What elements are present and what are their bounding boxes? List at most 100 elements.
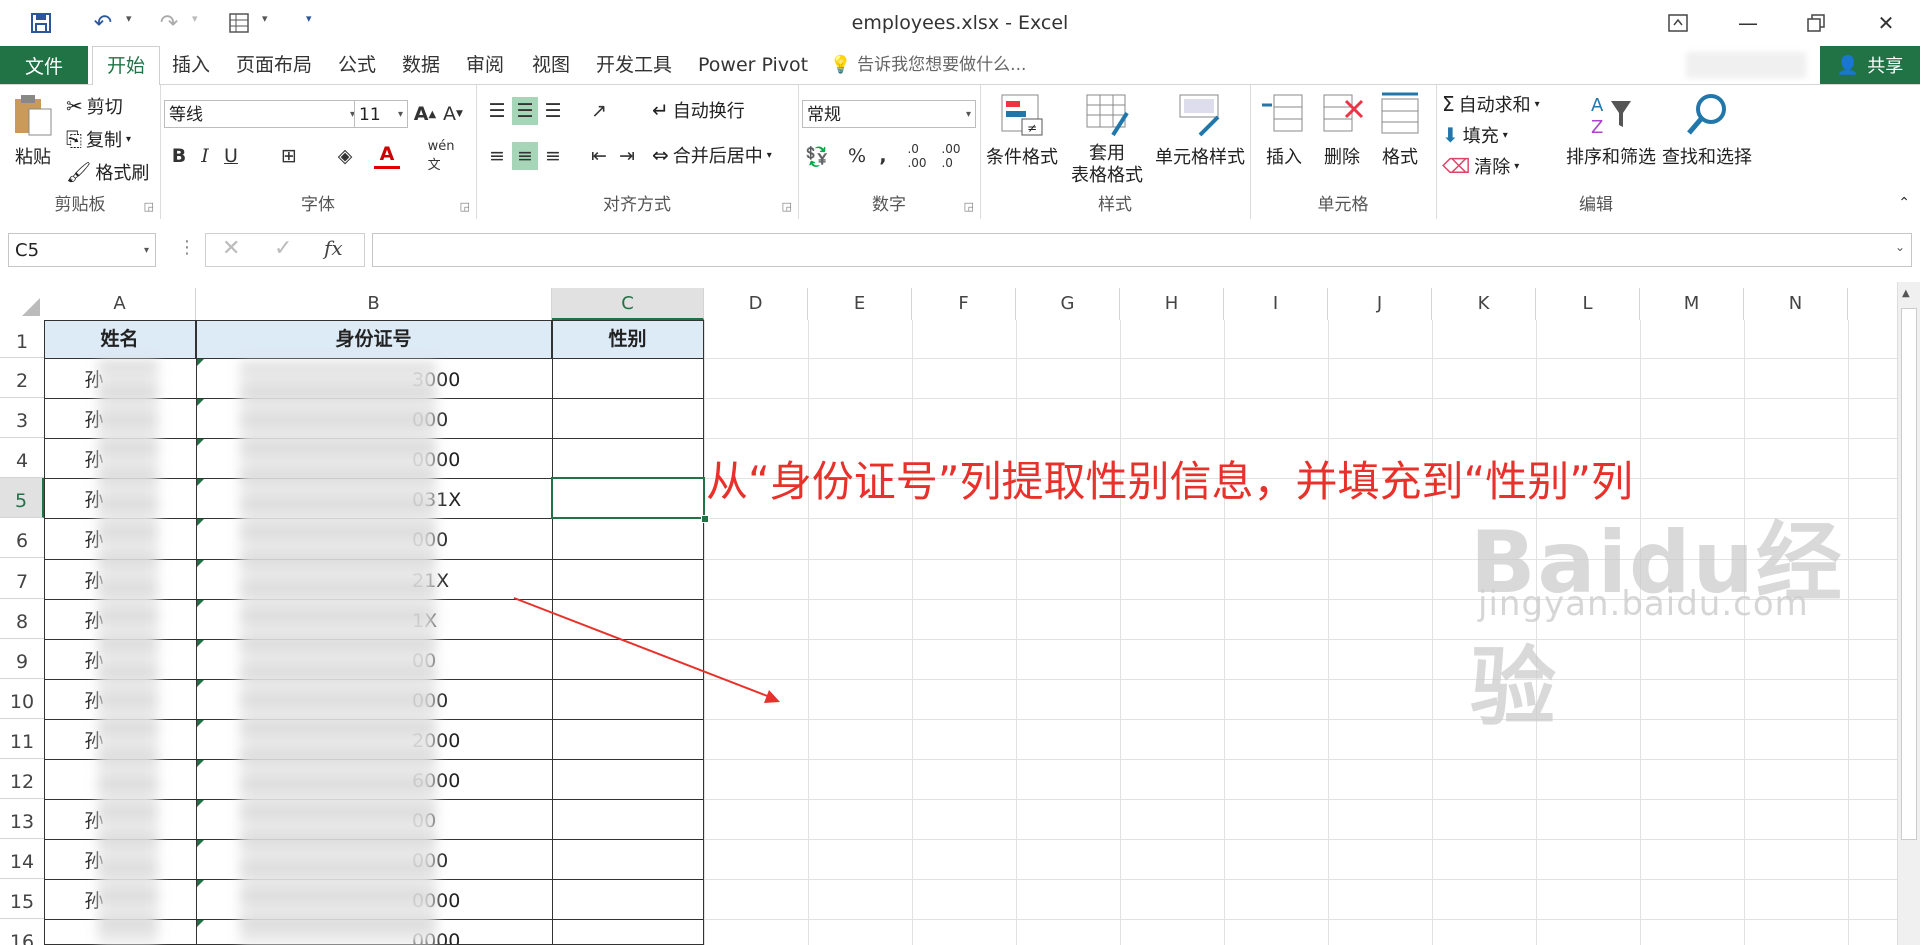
format-cells-button[interactable]: 格式 [1374,91,1426,169]
column-header-i[interactable]: I [1224,288,1328,320]
align-right-icon[interactable]: ≡ [540,142,566,170]
accounting-format-icon[interactable]: 💱 [804,142,830,170]
decrease-indent-icon[interactable]: ⇤ [586,142,612,170]
row-header-15[interactable]: 15 [0,879,44,920]
phonetic-icon[interactable]: wén 文 [428,139,455,173]
delete-cells-button[interactable]: 删除 [1316,91,1368,169]
format-as-table-button[interactable]: 套用 表格格式 [1064,91,1150,187]
fill-button[interactable]: ⬇ 填充 ▾ [1442,122,1508,148]
shrink-font-icon[interactable]: A ▼ [440,100,466,128]
restore-icon[interactable] [1796,8,1836,38]
row-header-1[interactable]: 1 [0,320,44,358]
more-options-icon[interactable]: ⋮ [178,237,196,258]
clipboard-launcher-icon[interactable]: ◲ [144,200,154,213]
name-box[interactable]: C5 ▾ [8,233,156,267]
row-header-5[interactable]: 5 [0,478,44,519]
font-name-select[interactable]: 等线 ▾ [164,100,360,128]
expand-formula-icon[interactable]: ⌄ [1895,240,1905,254]
percent-icon[interactable]: % [844,142,870,170]
tab-view[interactable]: 视图 [532,46,570,84]
column-header-h[interactable]: H [1120,288,1224,320]
cell-styles-button[interactable]: 单元格样式 [1150,91,1250,169]
collapse-ribbon-icon[interactable]: ⌃ [1898,195,1910,211]
number-launcher-icon[interactable]: ◲ [964,200,974,213]
font-launcher-icon[interactable]: ◲ [460,200,470,213]
row-header-8[interactable]: 8 [0,599,44,639]
row-header-16[interactable]: 16 [0,919,44,945]
tab-page-layout[interactable]: 页面布局 [236,46,312,84]
tab-home[interactable]: 开始 [92,46,160,86]
fill-handle[interactable] [701,515,709,524]
orientation-icon[interactable]: ↗ [586,97,612,125]
cut-button[interactable]: ✂ 剪切 [66,93,123,119]
row-header-10[interactable]: 10 [0,679,44,719]
align-center-icon[interactable]: ≡ [512,142,538,170]
borders-icon[interactable]: ⊞ [276,142,302,170]
formula-input[interactable]: ⌄ [372,233,1912,267]
wrap-text-button[interactable]: ↵ 自动换行 [652,97,745,123]
row-header-4[interactable]: 4 [0,438,44,479]
number-format-select[interactable]: 常规 ▾ [802,100,976,128]
paste-button[interactable]: 粘贴 [8,91,58,169]
cancel-icon[interactable]: ✕ [222,236,240,261]
tab-power-pivot[interactable]: Power Pivot [698,46,808,84]
share-button[interactable]: 👤 共享 [1820,46,1920,84]
increase-indent-icon[interactable]: ⇥ [614,142,640,170]
column-header-a[interactable]: A [44,288,196,320]
align-top-icon[interactable]: ☰ [484,97,510,125]
tab-insert[interactable]: 插入 [172,46,210,84]
sort-filter-button[interactable]: AZ 排序和筛选 [1562,91,1660,169]
column-header-d[interactable]: D [704,288,808,320]
tell-me-search[interactable]: 💡 告诉我您想要做什么... [830,46,1026,84]
insert-function-icon[interactable]: fx [324,236,343,260]
row-header-11[interactable]: 11 [0,719,44,759]
align-middle-icon[interactable]: ☰ [512,97,538,125]
clear-button[interactable]: ⌫ 清除 ▾ [1442,153,1519,179]
merge-center-button[interactable]: ⇔ 合并后居中 ▾ [652,142,772,168]
row-header-13[interactable]: 13 [0,799,44,840]
tab-formulas[interactable]: 公式 [338,46,376,84]
align-left-icon[interactable]: ≡ [484,142,510,170]
underline-icon[interactable]: U [218,142,244,170]
column-header-k[interactable]: K [1432,288,1536,320]
copy-button[interactable]: ⎘ 复制 ▾ [66,126,131,152]
comma-style-icon[interactable]: , [870,142,896,170]
insert-cells-button[interactable]: 插入 [1258,91,1310,169]
align-bottom-icon[interactable]: ☰ [540,97,566,125]
close-icon[interactable]: ✕ [1866,8,1906,38]
fill-color-icon[interactable]: ◈ [332,142,358,170]
column-header-m[interactable]: M [1640,288,1744,320]
font-size-select[interactable]: 11 ▾ [354,100,408,128]
bold-icon[interactable]: B [166,142,192,170]
minimize-icon[interactable]: — [1728,8,1768,38]
ribbon-display-icon[interactable] [1658,8,1698,38]
enter-icon[interactable]: ✓ [274,236,292,261]
autosum-button[interactable]: Σ 自动求和 ▾ [1442,91,1540,117]
column-header-b[interactable]: B [196,288,552,320]
italic-icon[interactable]: I [192,142,218,170]
scroll-up-icon[interactable]: ▲ [1902,288,1910,299]
row-header-12[interactable]: 12 [0,759,44,800]
font-color-icon[interactable]: A [374,142,400,169]
tab-file[interactable]: 文件 [0,46,88,84]
conditional-formatting-button[interactable]: ≠ 条件格式 [984,91,1060,169]
row-header-6[interactable]: 6 [0,518,44,559]
row-header-9[interactable]: 9 [0,639,44,679]
row-header-14[interactable]: 14 [0,839,44,880]
row-header-3[interactable]: 3 [0,398,44,439]
column-header-n[interactable]: N [1744,288,1848,320]
row-header-2[interactable]: 2 [0,358,44,399]
increase-decimal-icon[interactable]: .0.00 [904,142,930,170]
tab-data[interactable]: 数据 [402,46,440,84]
tab-review[interactable]: 审阅 [466,46,504,84]
alignment-launcher-icon[interactable]: ◲ [782,200,792,213]
column-header-j[interactable]: J [1328,288,1432,320]
decrease-decimal-icon[interactable]: .00.0 [938,142,964,170]
tab-developer[interactable]: 开发工具 [596,46,672,84]
row-header-7[interactable]: 7 [0,559,44,599]
select-all-corner[interactable] [0,288,44,320]
column-header-l[interactable]: L [1536,288,1640,320]
column-header-g[interactable]: G [1016,288,1120,320]
format-painter-button[interactable]: 🖌 格式刷 [66,159,149,185]
find-select-button[interactable]: 查找和选择 [1658,91,1756,169]
